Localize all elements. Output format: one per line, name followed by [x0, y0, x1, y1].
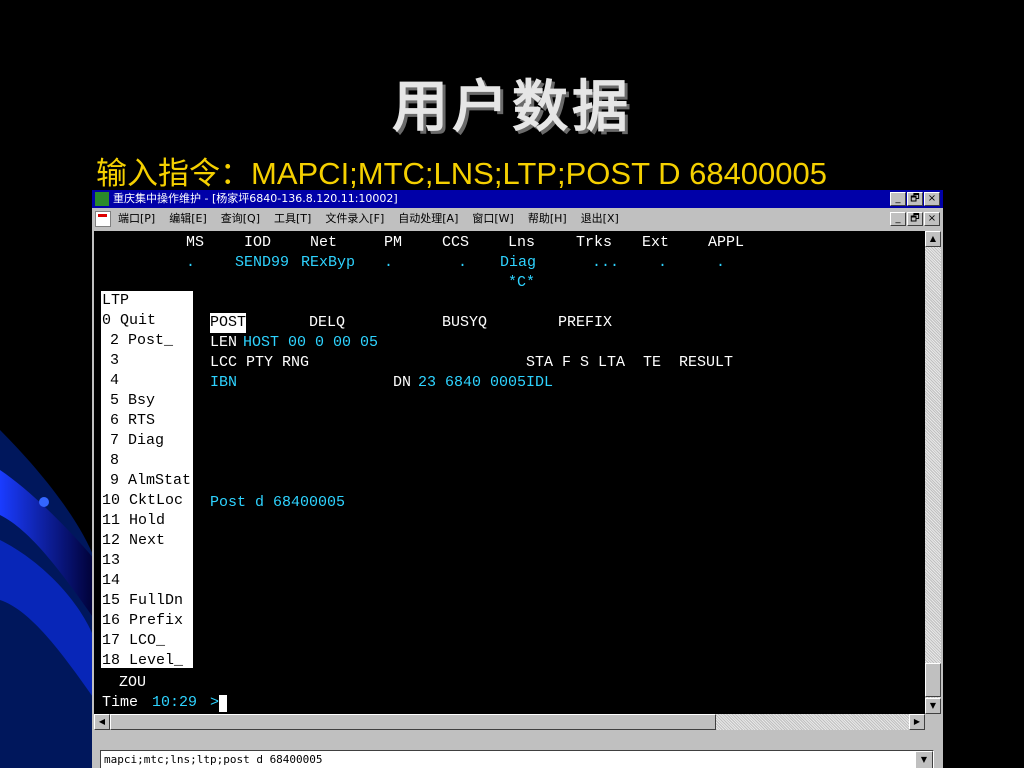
user-id: ZOU: [119, 674, 147, 691]
status-value-ccs: .: [458, 254, 468, 271]
lcc-value: IBN: [210, 374, 238, 391]
child-restore-button[interactable]: 🗗: [907, 212, 923, 226]
time-value: 10:29: [152, 694, 198, 711]
status-value-appl: .: [716, 254, 726, 271]
status-value-ext: .: [658, 254, 668, 271]
text-cursor: [219, 695, 227, 712]
menu-file-entry[interactable]: 文件录入[F]: [325, 212, 384, 225]
ltp-menu-item[interactable]: 4: [110, 371, 119, 391]
ltp-menu-item[interactable]: 16 Prefix: [102, 611, 183, 631]
queue-delq: DELQ: [309, 314, 346, 331]
ltp-menu-item[interactable]: 12 Next: [102, 531, 165, 551]
app-icon: [95, 192, 109, 206]
status-header-net: Net: [310, 234, 338, 251]
slide-title: 用户数据: [392, 74, 632, 140]
status-header-ext: Ext: [642, 234, 670, 251]
status-value-pm: .: [384, 254, 394, 271]
queue-post: POST: [210, 313, 247, 333]
ltp-menu-item[interactable]: 8: [110, 451, 119, 471]
status-value-iod: SEND99: [235, 254, 290, 271]
ltp-menu-item[interactable]: 13: [102, 551, 120, 571]
post-echo: Post d 68400005: [210, 494, 346, 511]
terminal-screen[interactable]: MS IOD Net PM CCS Lns Trks Ext APPL . SE…: [94, 231, 925, 714]
command-input[interactable]: [104, 752, 904, 767]
menu-window[interactable]: 窗口[W]: [472, 212, 513, 225]
dn-value: 23 6840 0005: [418, 374, 527, 391]
status-header-appl: APPL: [708, 234, 745, 251]
menu-port[interactable]: 端口[P]: [118, 212, 155, 225]
ltp-menu-item[interactable]: 15 FullDn: [102, 591, 183, 611]
status-header-ms: MS: [186, 234, 205, 251]
lns-alarm-flag: *C*: [508, 274, 536, 291]
len-value: HOST 00 0 00 05: [243, 334, 379, 351]
sta-value: IDL: [526, 374, 554, 391]
ltp-menu-item[interactable]: 9 AlmStat: [110, 471, 191, 491]
ltp-menu: LTP 0 Quit 2 Post_ 3 4 5 Bsy 6 RTS 7 Dia…: [101, 291, 193, 671]
window-title: 重庆集中操作维护 - [杨家坪6840-136.8.120.11:10002]: [113, 192, 398, 205]
ltp-menu-item[interactable]: 7 Diag: [110, 431, 164, 451]
ltp-menu-item[interactable]: 2 Post_: [110, 331, 173, 351]
ltp-menu-item[interactable]: 14: [102, 571, 120, 591]
ltp-menu-item[interactable]: 11 Hold: [102, 511, 165, 531]
ltp-menu-item[interactable]: 17 LCO_: [102, 631, 165, 651]
scroll-down-arrow-icon[interactable]: ▼: [925, 698, 941, 714]
vertical-scroll-thumb[interactable]: [925, 663, 941, 697]
menu-edit[interactable]: 编辑[E]: [169, 212, 207, 225]
dn-label: DN: [393, 374, 412, 391]
status-value-net: RExByp: [301, 254, 356, 271]
close-button[interactable]: ×: [924, 192, 940, 206]
menu-tools[interactable]: 工具[T]: [274, 212, 311, 225]
status-value-ms: .: [186, 254, 196, 271]
status-value-lns: Diag: [500, 254, 537, 271]
child-close-button[interactable]: ×: [924, 212, 940, 226]
status-header-ccs: CCS: [442, 234, 470, 251]
status-header-iod: IOD: [244, 234, 272, 251]
menu-auto-process[interactable]: 自动处理[A]: [398, 212, 458, 225]
queue-prefix: PREFIX: [558, 314, 613, 331]
line-headers-left: LCC PTY RNG: [210, 354, 310, 371]
ltp-menu-item[interactable]: 3: [110, 351, 119, 371]
scroll-left-arrow-icon[interactable]: ◀: [94, 714, 110, 730]
terminal-window: 重庆集中操作维护 - [杨家坪6840-136.8.120.11:10002] …: [92, 190, 943, 768]
command-combobox[interactable]: ▼: [100, 750, 934, 768]
ltp-menu-item[interactable]: 18 Level_: [102, 651, 183, 671]
queue-busyq: BUSYQ: [442, 314, 488, 331]
status-header-pm: PM: [384, 234, 403, 251]
horizontal-scrollbar[interactable]: ◀ ▶: [94, 714, 925, 730]
line-headers-right: STA F S LTA TE RESULT: [526, 354, 734, 371]
command-instruction: 输入指令：MAPCI;MTC;LNS;LTP;POST D 68400005: [96, 156, 828, 191]
ltp-menu-item[interactable]: 10 CktLoc: [102, 491, 183, 511]
child-minimize-button[interactable]: _: [890, 212, 906, 226]
vertical-scrollbar[interactable]: ▲ ▼: [925, 231, 941, 714]
restore-button[interactable]: 🗗: [907, 192, 923, 206]
status-value-trks: ...: [592, 254, 620, 271]
minimize-button[interactable]: _: [890, 192, 906, 206]
menu-help[interactable]: 帮助[H]: [528, 212, 567, 225]
menu-query[interactable]: 查询[Q]: [221, 212, 260, 225]
menu-exit[interactable]: 退出[X]: [581, 212, 619, 225]
scroll-right-arrow-icon[interactable]: ▶: [909, 714, 925, 730]
window-titlebar[interactable]: 重庆集中操作维护 - [杨家坪6840-136.8.120.11:10002] …: [92, 190, 943, 208]
ltp-menu-title: LTP: [102, 292, 130, 309]
ltp-menu-item[interactable]: 0 Quit: [102, 311, 156, 331]
document-icon[interactable]: [95, 211, 111, 227]
status-header-trks: Trks: [576, 234, 613, 251]
status-header-lns: Lns: [508, 234, 536, 251]
prompt: >: [210, 694, 220, 711]
horizontal-scroll-thumb[interactable]: [110, 714, 716, 730]
ltp-menu-item[interactable]: 6 RTS: [110, 411, 155, 431]
time-label: Time: [102, 694, 139, 711]
dropdown-arrow-icon[interactable]: ▼: [915, 751, 933, 768]
ltp-menu-item[interactable]: 5 Bsy: [110, 391, 155, 411]
menu-bar: 端口[P] 编辑[E] 查询[Q] 工具[T] 文件录入[F] 自动处理[A] 窗口[W] 帮…: [92, 209, 943, 228]
len-label: LEN: [210, 334, 238, 351]
scroll-up-arrow-icon[interactable]: ▲: [925, 231, 941, 247]
